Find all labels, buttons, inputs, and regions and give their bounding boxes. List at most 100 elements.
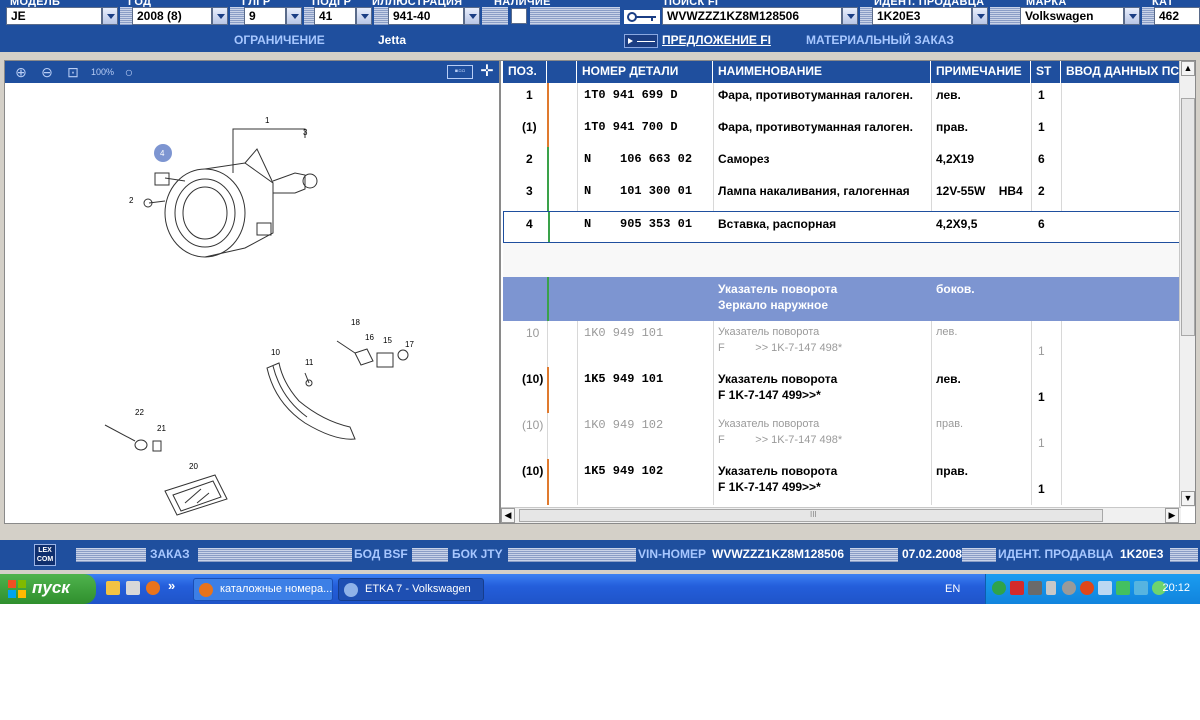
explorer-icon[interactable]: [106, 581, 120, 595]
window-mode-icon[interactable]: ▪▫▫: [447, 65, 473, 79]
cell-part-number[interactable]: N 101 300 01: [579, 179, 697, 203]
dealer-id-dropdown-button[interactable]: [972, 7, 988, 25]
sub-group-dropdown-button[interactable]: [356, 7, 372, 25]
illustration-select[interactable]: 941-40: [388, 7, 464, 25]
cell-name: Вставка, распорная: [718, 217, 837, 231]
svg-text:11: 11: [305, 358, 314, 367]
windows-flag-icon: [8, 580, 26, 598]
year-select[interactable]: 2008 (8): [132, 7, 212, 25]
zoom-100-icon[interactable]: 100%: [91, 63, 114, 81]
col-data-entry-header[interactable]: ВВОД ДАННЫХ ПС: [1061, 61, 1181, 83]
restriction-link[interactable]: ОГРАНИЧЕНИЕ: [234, 33, 325, 51]
col-pos-header[interactable]: ПОЗ.: [503, 61, 547, 83]
main-group-dropdown-button[interactable]: [286, 7, 302, 25]
date-value: 07.02.2008: [902, 547, 963, 561]
table-row[interactable]: 2 N 106 663 02 Саморез 4,2X19 6: [503, 147, 1181, 179]
scroll-thumb[interactable]: III: [519, 509, 1103, 522]
brand-select[interactable]: Volkswagen: [1020, 7, 1124, 25]
bok-link[interactable]: БОК JTY: [452, 547, 503, 561]
search-fi-dropdown-button[interactable]: [842, 7, 858, 25]
key-icon[interactable]: [624, 10, 660, 24]
search-fi-input[interactable]: WVWZZZ1KZ8M128506: [662, 7, 842, 25]
order-link[interactable]: ЗАКАЗ: [150, 547, 190, 561]
taskbar-button-etka[interactable]: ETKA 7 - Volkswagen: [338, 578, 484, 601]
bod-link[interactable]: БОД BSF: [354, 547, 408, 561]
svg-text:18: 18: [351, 318, 360, 327]
cell-part-number[interactable]: 1K5 949 102: [579, 459, 668, 483]
illustration-dropdown-button[interactable]: [464, 7, 480, 25]
quicklaunch-chevron-icon[interactable]: »: [168, 578, 175, 593]
cell-part-number[interactable]: 1T0 941 700 D: [579, 115, 683, 139]
fi-offer-arrow-icon[interactable]: [624, 34, 658, 48]
cell-part-number[interactable]: N 905 353 01: [579, 212, 697, 236]
scroll-right-button[interactable]: ▶: [1165, 508, 1179, 523]
cell-pos: 1: [526, 88, 533, 102]
sub-group-select[interactable]: 41: [314, 7, 356, 25]
cell-part-number[interactable]: 1K0 949 102: [579, 413, 668, 437]
tray-icon[interactable]: [1134, 581, 1148, 595]
clock[interactable]: 20:12: [1162, 582, 1190, 594]
cell-part-number[interactable]: 1K5 949 101: [579, 367, 668, 391]
main-group-select[interactable]: 9: [244, 7, 286, 25]
tab-fi-offer[interactable]: ПРЕДЛОЖЕНИЕ FI: [662, 33, 771, 51]
table-row[interactable]: (10) 1K5 949 101 Указатель поворота F 1K…: [503, 367, 1181, 413]
tray-icon[interactable]: [1062, 581, 1076, 595]
start-button[interactable]: пуск: [0, 574, 96, 604]
scroll-down-button[interactable]: ▼: [1181, 491, 1195, 506]
cell-name: Саморез: [718, 152, 770, 166]
catalog-select[interactable]: 462: [1154, 7, 1200, 25]
year-dropdown-button[interactable]: [212, 7, 228, 25]
model-name: Jetta: [378, 33, 407, 47]
divider: [374, 7, 388, 25]
row-marker: [547, 115, 549, 147]
horizontal-scrollbar[interactable]: ◀ III ▶: [501, 507, 1181, 523]
table-row[interactable]: (1) 1T0 941 700 D Фара, противотуманная …: [503, 115, 1181, 147]
desktop-icon[interactable]: [126, 581, 140, 595]
taskbar-button-firefox[interactable]: каталожные номера...: [193, 578, 333, 601]
lexcom-logo[interactable]: LEX COM: [34, 544, 56, 566]
cell-note: прав.: [936, 120, 968, 134]
cell-part-number[interactable]: N 106 663 02: [579, 147, 697, 171]
col-marker-header: [547, 61, 577, 83]
network-icon[interactable]: [1046, 581, 1056, 595]
zoom-area-icon[interactable]: ⊡: [63, 63, 83, 81]
tray-icon[interactable]: [992, 581, 1006, 595]
scroll-up-button[interactable]: ▲: [1181, 61, 1195, 76]
table-row[interactable]: 3 N 101 300 01 Лампа накаливания, галоге…: [503, 179, 1181, 211]
tray-icon[interactable]: [1116, 581, 1130, 595]
cell-name-detail: F 1K-7-147 499>>*: [718, 388, 821, 402]
scroll-thumb[interactable]: [1181, 98, 1195, 336]
table-row[interactable]: 10 1K0 949 101 Указатель поворота F >> 1…: [503, 321, 1181, 367]
table-row[interactable]: (10) 1K0 949 102 Указатель поворота F >>…: [503, 413, 1181, 459]
scroll-left-button[interactable]: ◀: [501, 508, 515, 523]
tray-icon[interactable]: [1098, 581, 1112, 595]
search-icon[interactable]: ○: [119, 63, 139, 81]
cell-note: 12V-55W HB4: [936, 184, 1023, 198]
tray-icon[interactable]: [1080, 581, 1094, 595]
cell-part-number[interactable]: 1K0 949 101: [579, 321, 668, 345]
firefox-icon[interactable]: [146, 581, 160, 595]
move-icon[interactable]: ✛: [477, 63, 497, 81]
model-select[interactable]: JE: [6, 7, 102, 25]
volume-icon[interactable]: [1028, 581, 1042, 595]
cell-part-number[interactable]: 1T0 941 699 D: [579, 83, 683, 107]
table-row-selected[interactable]: 4 N 905 353 01 Вставка, распорная 4,2X9,…: [503, 211, 1181, 243]
zoom-out-icon[interactable]: ⊖: [37, 63, 57, 81]
cell-name-detail: F >> 1K-7-147 498*: [718, 434, 843, 446]
col-name-header[interactable]: НАИМЕНОВАНИЕ: [713, 61, 931, 83]
availability-checkbox[interactable]: [511, 8, 527, 24]
tab-material-order[interactable]: МАТЕРИАЛЬНЫЙ ЗАКАЗ: [806, 33, 954, 51]
col-st-header[interactable]: ST: [1031, 61, 1061, 83]
col-part-number-header[interactable]: НОМЕР ДЕТАЛИ: [577, 61, 713, 83]
language-indicator[interactable]: EN: [945, 583, 960, 595]
model-dropdown-button[interactable]: [102, 7, 118, 25]
col-note-header[interactable]: ПРИМЕЧАНИЕ: [931, 61, 1031, 83]
svg-text:1: 1: [265, 116, 270, 125]
vertical-scrollbar[interactable]: ▲ ▼: [1179, 61, 1195, 507]
zoom-in-icon[interactable]: ⊕: [11, 63, 31, 81]
brand-dropdown-button[interactable]: [1124, 7, 1140, 25]
dealer-id-select[interactable]: 1K20E3: [872, 7, 972, 25]
table-row[interactable]: (10) 1K5 949 102 Указатель поворота F 1K…: [503, 459, 1181, 505]
table-row[interactable]: 1 1T0 941 699 D Фара, противотуманная га…: [503, 83, 1181, 115]
antivirus-icon[interactable]: [1010, 581, 1024, 595]
